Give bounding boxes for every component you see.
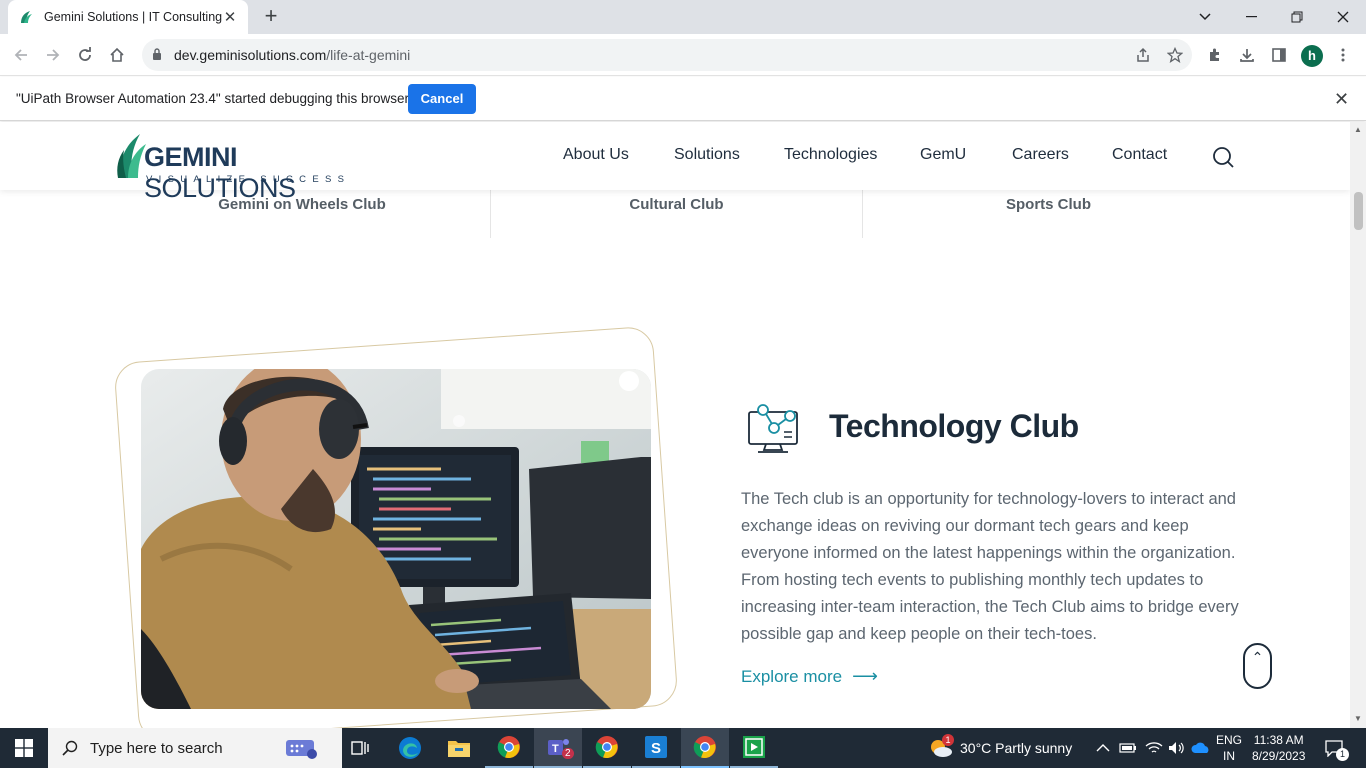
nav-gemu[interactable]: GemU: [920, 146, 966, 164]
onedrive-icon[interactable]: [1191, 728, 1211, 768]
section-title: Technology Club: [829, 408, 1079, 444]
chrome-taskbar-icon-1[interactable]: [485, 728, 533, 768]
forward-button[interactable]: [38, 40, 68, 70]
windows-taskbar: Type here to search T 2 S 1 30°C Partly …: [0, 728, 1366, 768]
start-button[interactable]: [0, 728, 48, 768]
browser-toolbar: dev.geminisolutions.com/life-at-gemini: [0, 34, 1366, 76]
nav-technologies[interactable]: Technologies: [784, 146, 877, 164]
uipath-studio-icon[interactable]: S: [632, 728, 680, 768]
weather-badge: 1: [942, 734, 954, 746]
tab-close-icon[interactable]: ✕: [222, 8, 238, 26]
extensions-icon[interactable]: [1200, 40, 1230, 70]
window-close-button[interactable]: [1320, 0, 1366, 34]
search-icon[interactable]: [1212, 146, 1234, 168]
side-panel-icon[interactable]: [1264, 40, 1294, 70]
battery-icon[interactable]: [1119, 728, 1137, 768]
site-header: GEMINI SOLUTIONS VISUALIZE SUCCESS About…: [0, 122, 1350, 203]
chrome-taskbar-icon-2[interactable]: [583, 728, 631, 768]
wifi-icon[interactable]: [1145, 728, 1163, 768]
downloads-icon[interactable]: [1232, 40, 1262, 70]
svg-text:S: S: [651, 740, 661, 757]
arrow-right-icon: ⟶: [852, 666, 878, 686]
teams-badge: 2: [562, 748, 574, 759]
taskbar-search-box[interactable]: Type here to search: [48, 728, 342, 768]
notification-count-badge: 1: [1336, 748, 1349, 761]
back-button[interactable]: [6, 40, 36, 70]
svg-text:T: T: [552, 743, 559, 755]
taskbar-search-placeholder: Type here to search: [90, 739, 223, 757]
language-indicator[interactable]: ENG IN: [1216, 728, 1242, 768]
chrome-taskbar-icon-active[interactable]: [681, 728, 729, 768]
uipath-assistant-icon[interactable]: [730, 728, 778, 768]
infobar-cancel-button[interactable]: Cancel: [408, 84, 476, 114]
debugging-infobar: "UiPath Browser Automation 23.4" started…: [0, 77, 1366, 121]
nav-careers[interactable]: Careers: [1012, 146, 1069, 164]
calendar-widget-icon: [286, 740, 317, 759]
logo-wordmark: GEMINI SOLUTIONS: [144, 142, 296, 203]
section-description: The Tech club is an opportunity for tech…: [741, 490, 1239, 643]
browser-menu-icon[interactable]: [1328, 40, 1358, 70]
tab-title: Gemini Solutions | IT Consulting,: [44, 10, 222, 24]
nav-contact[interactable]: Contact: [1112, 146, 1167, 164]
url-text[interactable]: dev.geminisolutions.com/life-at-gemini: [174, 47, 410, 63]
clock-date: 8/29/2023: [1252, 749, 1306, 763]
taskbar-search-icon: [62, 740, 78, 756]
volume-icon[interactable]: [1168, 728, 1186, 768]
language-region: IN: [1223, 749, 1235, 763]
infobar-close-icon[interactable]: ✕: [1334, 89, 1349, 110]
nav-about-us[interactable]: About Us: [563, 146, 629, 164]
show-hidden-icons-button[interactable]: [1096, 728, 1110, 768]
language-code: ENG: [1216, 733, 1243, 747]
minimize-button[interactable]: [1228, 0, 1274, 34]
scroll-down-arrow-icon[interactable]: ▼: [1354, 714, 1362, 723]
weather-widget[interactable]: 1 30°C Partly sunny: [928, 728, 1072, 768]
infobar-message: "UiPath Browser Automation 23.4" started…: [16, 91, 410, 106]
gemini-favicon-icon: [21, 11, 32, 23]
scroll-to-top-button[interactable]: ⌃: [1243, 643, 1272, 689]
browser-tabbar: Gemini Solutions | IT Consulting, ✕ +: [0, 0, 1366, 34]
address-bar[interactable]: dev.geminisolutions.com/life-at-gemini: [142, 39, 1192, 71]
reload-button[interactable]: [70, 40, 100, 70]
tab-search-icon[interactable]: [1182, 0, 1228, 34]
technology-club-photo: [141, 369, 651, 709]
restore-button[interactable]: [1274, 0, 1320, 34]
clock[interactable]: 11:38 AM 8/29/2023: [1252, 728, 1305, 768]
task-view-icon[interactable]: [336, 728, 384, 768]
club-tab-sports[interactable]: Sports Club: [862, 190, 1234, 238]
windows-logo-icon: [15, 739, 33, 757]
scrollbar-thumb[interactable]: [1354, 192, 1363, 230]
technology-club-icon: [748, 404, 798, 453]
share-icon[interactable]: [1128, 40, 1158, 70]
logo-tagline: VISUALIZE SUCCESS: [146, 174, 351, 185]
explore-more-link[interactable]: Explore more ⟶: [741, 666, 878, 687]
scroll-up-arrow-icon[interactable]: ▲: [1354, 125, 1362, 134]
club-tab-cultural[interactable]: Cultural Club: [490, 190, 862, 238]
explore-more-label: Explore more: [741, 666, 843, 686]
profile-avatar[interactable]: h: [1301, 45, 1323, 67]
gemini-logo[interactable]: GEMINI SOLUTIONS VISUALIZE SUCCESS: [116, 130, 376, 203]
nav-solutions[interactable]: Solutions: [674, 146, 740, 164]
file-explorer-icon[interactable]: [435, 728, 483, 768]
lock-icon[interactable]: [152, 47, 170, 63]
weather-text: 30°C Partly sunny: [960, 740, 1073, 756]
home-button[interactable]: [102, 40, 132, 70]
bookmark-star-icon[interactable]: [1160, 40, 1190, 70]
page-scrollbar[interactable]: ▲ ▼: [1350, 122, 1366, 728]
edge-browser-icon[interactable]: [386, 728, 434, 768]
web-page: GEMINI SOLUTIONS VISUALIZE SUCCESS About…: [0, 122, 1350, 728]
notification-center-button[interactable]: 1: [1324, 728, 1349, 768]
browser-tab[interactable]: Gemini Solutions | IT Consulting, ✕: [8, 0, 248, 34]
clock-time: 11:38 AM: [1253, 733, 1304, 747]
new-tab-button[interactable]: +: [258, 4, 284, 30]
teams-icon[interactable]: T 2: [534, 728, 582, 768]
